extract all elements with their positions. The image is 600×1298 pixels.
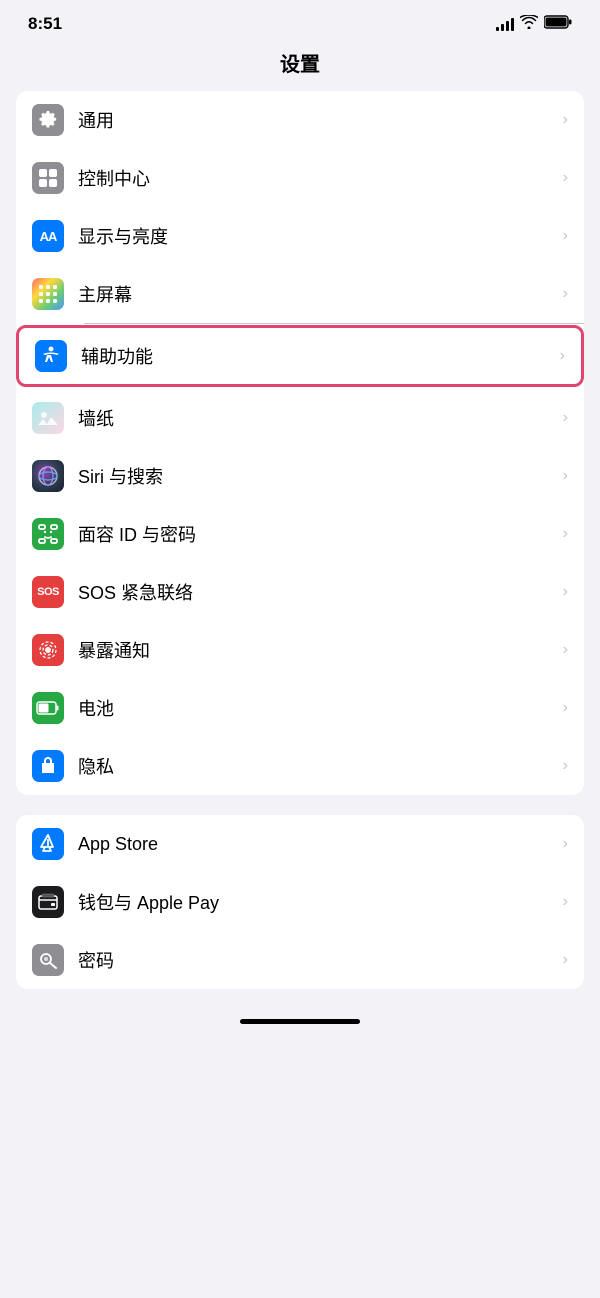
row-label-siri: Siri 与搜索 (78, 463, 563, 489)
row-label-sos: SOS 紧急联络 (78, 579, 563, 605)
settings-row-exposure[interactable]: 暴露通知 › (16, 621, 584, 679)
signal-icon (496, 17, 514, 31)
chevron-icon-password: › (563, 951, 568, 969)
sos-icon: SOS (32, 576, 64, 608)
wifi-icon (520, 15, 538, 34)
chevron-icon-wallet: › (563, 893, 568, 911)
chevron-icon-exposure: › (563, 641, 568, 659)
status-time: 8:51 (28, 14, 62, 34)
settings-row-control[interactable]: 控制中心 › (16, 149, 584, 207)
row-label-general: 通用 (78, 107, 563, 133)
chevron-icon-accessibility: › (560, 347, 565, 365)
chevron-icon-control: › (563, 169, 568, 187)
display-icon: AA (32, 220, 64, 252)
accessibility-icon (35, 340, 67, 372)
row-label-wallet: 钱包与 Apple Pay (78, 889, 563, 915)
password-icon (32, 944, 64, 976)
privacy-icon (32, 750, 64, 782)
wallpaper-icon (32, 402, 64, 434)
chevron-icon-sos: › (563, 583, 568, 601)
row-label-accessibility: 辅助功能 (81, 343, 560, 369)
chevron-icon-wallpaper: › (563, 409, 568, 427)
status-bar: 8:51 (0, 0, 600, 40)
row-label-homescreen: 主屏幕 (78, 281, 563, 307)
row-label-control: 控制中心 (78, 165, 563, 191)
settings-row-password[interactable]: 密码 › (16, 931, 584, 989)
chevron-icon-appstore: › (563, 835, 568, 853)
homescreen-icon (32, 278, 64, 310)
chevron-icon-homescreen: › (563, 285, 568, 303)
chevron-icon-faceid: › (563, 525, 568, 543)
settings-row-homescreen[interactable]: 主屏幕 › (16, 265, 584, 323)
chevron-icon-battery: › (563, 699, 568, 717)
settings-row-display[interactable]: AA 显示与亮度 › (16, 207, 584, 265)
chevron-icon-privacy: › (563, 757, 568, 775)
row-label-appstore: App Store (78, 834, 563, 855)
row-label-password: 密码 (78, 947, 563, 973)
page-title-bar: 设置 (0, 40, 600, 91)
exposure-icon (32, 634, 64, 666)
settings-row-accessibility[interactable]: 辅助功能 › (16, 325, 584, 387)
row-label-exposure: 暴露通知 (78, 637, 563, 663)
row-label-battery: 电池 (78, 695, 563, 721)
settings-row-battery[interactable]: 电池 › (16, 679, 584, 737)
settings-row-sos[interactable]: SOS SOS 紧急联络 › (16, 563, 584, 621)
battery-icon (32, 692, 64, 724)
wallet-icon (32, 886, 64, 918)
siri-icon (32, 460, 64, 492)
control-icon (32, 162, 64, 194)
settings-row-wallet[interactable]: 钱包与 Apple Pay › (16, 873, 584, 931)
battery-icon (544, 15, 572, 34)
row-label-faceid: 面容 ID 与密码 (78, 521, 563, 547)
chevron-icon-siri: › (563, 467, 568, 485)
settings-row-siri[interactable]: Siri 与搜索 › (16, 447, 584, 505)
settings-section-1: 通用 › 控制中心 › AA 显示与亮度 › 主屏幕 (16, 91, 584, 795)
settings-row-appstore[interactable]: App Store › (16, 815, 584, 873)
settings-row-wallpaper[interactable]: 墙纸 › (16, 389, 584, 447)
general-icon (32, 104, 64, 136)
status-icons (496, 15, 572, 34)
page-title: 设置 (280, 54, 320, 76)
row-label-privacy: 隐私 (78, 753, 563, 779)
chevron-icon-general: › (563, 111, 568, 129)
row-label-wallpaper: 墙纸 (78, 405, 563, 431)
home-bar (240, 1019, 360, 1024)
home-indicator (0, 1009, 600, 1029)
appstore-icon (32, 828, 64, 860)
settings-row-faceid[interactable]: 面容 ID 与密码 › (16, 505, 584, 563)
chevron-icon-display: › (563, 227, 568, 245)
faceid-icon (32, 518, 64, 550)
row-label-display: 显示与亮度 (78, 223, 563, 249)
settings-row-privacy[interactable]: 隐私 › (16, 737, 584, 795)
settings-section-2: App Store › 钱包与 Apple Pay › 密码 › (16, 815, 584, 989)
settings-row-general[interactable]: 通用 › (16, 91, 584, 149)
